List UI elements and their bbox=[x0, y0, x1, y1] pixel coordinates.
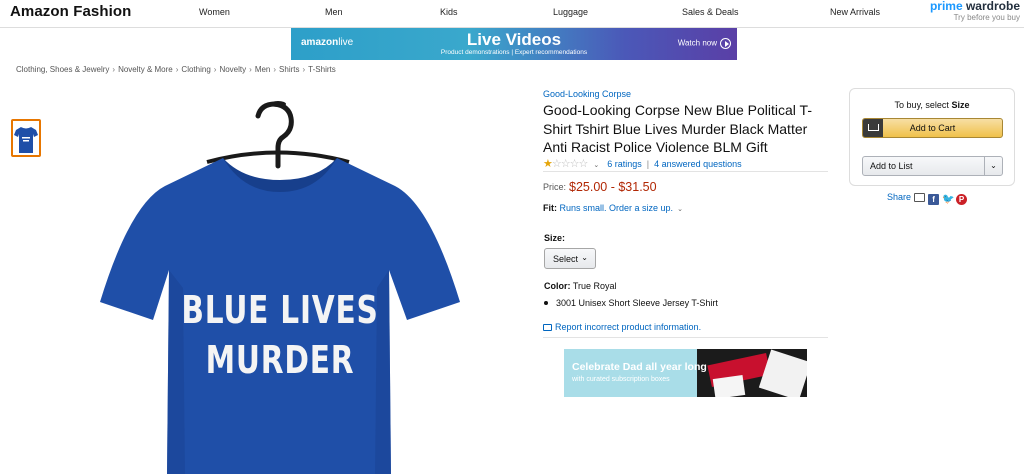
banner-title: Live Videos bbox=[466, 30, 562, 49]
breadcrumb-item[interactable]: Novelty & More bbox=[118, 65, 173, 74]
price-label: Price: bbox=[543, 182, 567, 192]
fit-label: Fit: bbox=[543, 203, 557, 213]
share-row: Share f 🐦 P bbox=[887, 192, 968, 205]
chevron-right-icon: › bbox=[112, 65, 116, 74]
wardrobe-word: wardrobe bbox=[962, 0, 1020, 13]
fit-row: Fit: Runs small. Order a size up. ⌄ bbox=[543, 203, 683, 213]
color-label: Color: bbox=[544, 281, 571, 291]
breadcrumb-item[interactable]: Shirts bbox=[279, 65, 299, 74]
shirt-on-hanger-image bbox=[100, 101, 460, 474]
main-product-image[interactable]: BLUE LIVES MURDER bbox=[95, 88, 465, 474]
top-nav: Amazon Fashion Women Men Kids Luggage Sa… bbox=[0, 0, 1024, 28]
divider bbox=[543, 337, 828, 338]
banner-subtitle: Product demonstrations | Expert recommen… bbox=[440, 49, 588, 56]
breadcrumb-item[interactable]: Clothing, Shoes & Jewelry bbox=[16, 65, 109, 74]
ad-title: Celebrate Dad all year long bbox=[572, 361, 707, 373]
chevron-down-icon[interactable]: ⌄ bbox=[984, 157, 1002, 175]
cart-icon bbox=[863, 119, 883, 137]
divider: | bbox=[646, 159, 650, 169]
play-icon bbox=[720, 38, 731, 49]
comment-icon bbox=[543, 324, 552, 331]
shirt-thumbnail-image bbox=[14, 127, 38, 153]
twitter-share-icon[interactable]: 🐦 bbox=[942, 194, 954, 205]
facebook-share-icon[interactable]: f bbox=[928, 194, 940, 205]
chevron-right-icon: › bbox=[302, 65, 306, 74]
divider bbox=[543, 171, 828, 172]
size-select-value: Select bbox=[553, 254, 579, 264]
chevron-right-icon: › bbox=[213, 65, 217, 74]
size-select-dropdown[interactable]: Select ⌄ bbox=[544, 248, 596, 269]
nav-link-luggage[interactable]: Luggage bbox=[553, 7, 588, 17]
chevron-down-icon: ⌄ bbox=[581, 253, 588, 262]
email-share-icon[interactable] bbox=[914, 193, 926, 202]
fit-recommendation-link[interactable]: Runs small. Order a size up. bbox=[560, 203, 674, 213]
color-row: Color: True Royal bbox=[544, 281, 617, 291]
chevron-down-icon[interactable]: ⌄ bbox=[593, 162, 599, 169]
pinterest-share-icon[interactable]: P bbox=[956, 194, 968, 205]
nav-link-women[interactable]: Women bbox=[199, 7, 230, 17]
prime-word: prime bbox=[929, 0, 963, 13]
amazon-live-banner[interactable]: amazonlive Live Videos Product demonstra… bbox=[291, 28, 737, 60]
breadcrumb-item[interactable]: T-Shirts bbox=[308, 65, 336, 74]
chevron-right-icon: › bbox=[175, 65, 179, 74]
ad-subtitle: with curated subscription boxes bbox=[572, 376, 670, 383]
report-incorrect-info-link[interactable]: Report incorrect product information. bbox=[543, 322, 701, 332]
nav-link-men[interactable]: Men bbox=[325, 7, 343, 17]
add-to-cart-button[interactable]: Add to Cart bbox=[862, 118, 1003, 138]
breadcrumb-item[interactable]: Clothing bbox=[181, 65, 210, 74]
watch-now-label: Watch now bbox=[677, 38, 717, 48]
chevron-right-icon: › bbox=[273, 65, 277, 74]
bullet-dot bbox=[544, 301, 548, 305]
watch-now-link[interactable]: Watch now bbox=[678, 38, 731, 49]
report-label: Report incorrect product information. bbox=[555, 322, 702, 332]
ratings-link[interactable]: 6 ratings bbox=[607, 159, 642, 169]
rating-row: ★☆☆☆☆ ⌄ 6 ratings | 4 answered questions bbox=[543, 157, 742, 170]
to-buy-size: Size bbox=[951, 100, 970, 110]
nav-link-kids[interactable]: Kids bbox=[440, 7, 458, 17]
amazon-fashion-logo[interactable]: Amazon Fashion bbox=[10, 3, 131, 20]
shirt-print-line-2: MURDER bbox=[205, 338, 355, 382]
to-buy-text: To buy, select bbox=[894, 100, 949, 110]
prime-wardrobe-logo[interactable]: prime wardrobe Try before you buy bbox=[930, 0, 1020, 23]
product-title: Good-Looking Corpse New Blue Political T… bbox=[543, 102, 812, 155]
chevron-down-icon[interactable]: ⌄ bbox=[677, 206, 683, 213]
color-value: True Royal bbox=[572, 281, 617, 291]
breadcrumb-item[interactable]: Novelty bbox=[219, 65, 246, 74]
prime-wardrobe-tagline: Try before you buy bbox=[953, 13, 1020, 22]
size-label: Size: bbox=[544, 233, 566, 243]
price-row: Price: $25.00 - $31.50 bbox=[543, 180, 657, 194]
brand-link[interactable]: Good-Looking Corpse bbox=[543, 89, 631, 99]
subscription-boxes-ad[interactable]: Celebrate Dad all year long with curated… bbox=[564, 349, 807, 397]
shirt-print-line-1: BLUE LIVES bbox=[181, 288, 379, 332]
feature-text: 3001 Unisex Short Sleeve Jersey T-Shirt bbox=[556, 298, 718, 308]
buy-box: To buy, select Size Add to Cart Add to L… bbox=[849, 88, 1015, 186]
ad-box-white bbox=[712, 375, 746, 397]
breadcrumb: Clothing, Shoes & Jewelry › Novelty & More… bbox=[16, 65, 336, 74]
add-to-cart-label: Add to Cart bbox=[909, 123, 956, 133]
product-thumbnail[interactable] bbox=[11, 119, 41, 157]
star-rating-icon[interactable]: ★☆☆☆☆ bbox=[543, 158, 588, 170]
feature-bullet: 3001 Unisex Short Sleeve Jersey T-Shirt bbox=[544, 298, 718, 308]
nav-link-sales-deals[interactable]: Sales & Deals bbox=[682, 7, 739, 17]
chevron-right-icon: › bbox=[249, 65, 252, 74]
breadcrumb-item[interactable]: Men bbox=[255, 65, 271, 74]
answered-questions-link[interactable]: 4 answered questions bbox=[654, 159, 742, 169]
add-to-list-label: Add to List bbox=[870, 161, 913, 171]
nav-link-new-arrivals[interactable]: New Arrivals bbox=[830, 7, 880, 17]
share-label: Share bbox=[887, 192, 912, 202]
add-to-list-button[interactable]: Add to List ⌄ bbox=[862, 156, 1003, 176]
to-buy-prompt: To buy, select Size bbox=[850, 100, 1014, 110]
price-value: $25.00 - $31.50 bbox=[569, 180, 657, 194]
